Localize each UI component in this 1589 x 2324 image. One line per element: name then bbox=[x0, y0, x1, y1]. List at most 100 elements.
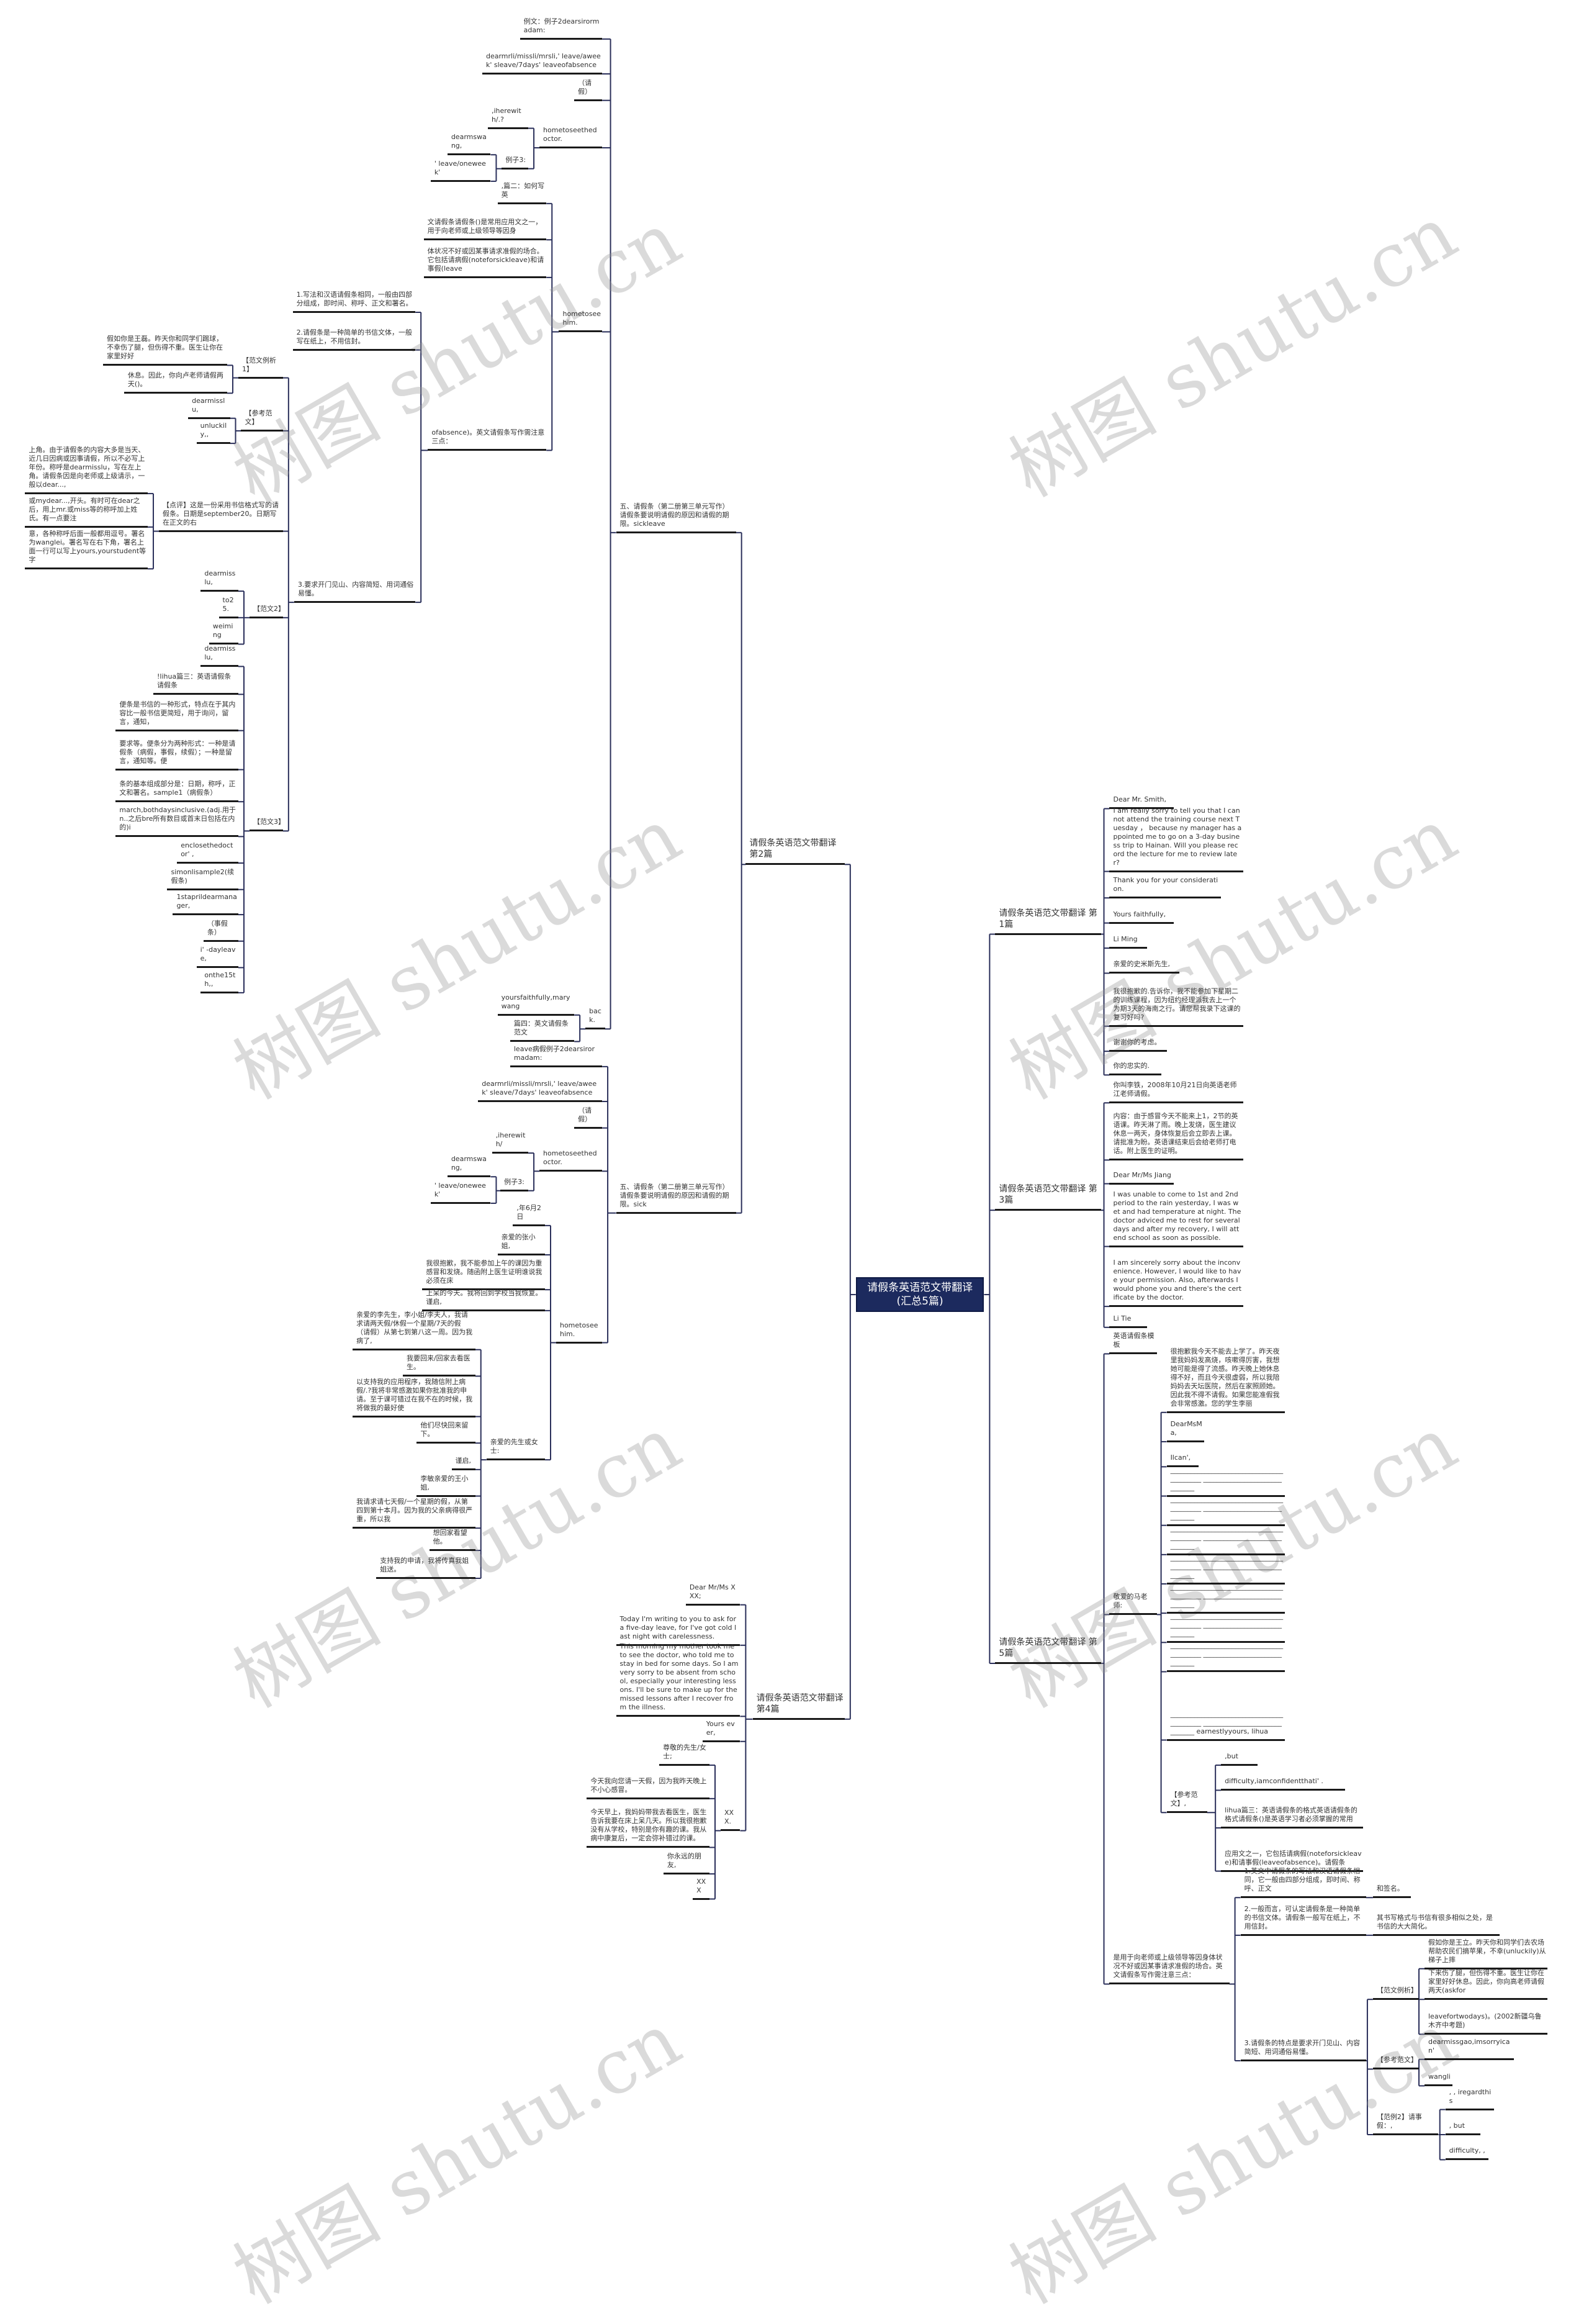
mindmap-node: This morning my mother took me to see th… bbox=[616, 1642, 740, 1717]
mindmap-node: 3.要求开门见山、内容简短、用词通俗易懂。 bbox=[294, 581, 416, 604]
mindmap-node: 英语请假条模板 bbox=[1109, 1332, 1157, 1355]
mindmap-node: 例子3: bbox=[502, 156, 529, 170]
node-text: （请假） bbox=[578, 1106, 592, 1123]
mindmap-node: 谨启, bbox=[451, 1457, 475, 1470]
mindmap-node: onthe15th,, bbox=[200, 971, 238, 993]
mindmap-node: 体状况不好或因某事请求准假的场合。它包括请病假(noteforsickleave… bbox=[423, 247, 547, 278]
node-text: onthe15th,, bbox=[204, 970, 236, 988]
node-text: i' -dayleave, bbox=[200, 946, 236, 963]
mindmap-node: ,篇二：如何写英 bbox=[497, 182, 547, 204]
node-text: Li Ming bbox=[1113, 935, 1138, 943]
node-text: ,篇二：如何写英 bbox=[501, 181, 545, 199]
node-text: 谢谢你的考虑。 bbox=[1113, 1038, 1161, 1047]
node-text: ________________________________________… bbox=[1170, 1709, 1284, 1735]
mindmap-node: （事假条） bbox=[203, 920, 238, 942]
node-text: ________________________________________… bbox=[1170, 1641, 1284, 1667]
mindmap-node: 【范文例析1】 bbox=[238, 356, 283, 379]
node-text: 今天早上，我妈妈带我去看医生，医生告诉我要在床上呆几天。所以我很抱歉没有从学校，… bbox=[590, 1808, 707, 1843]
node-text: difficulty,iamconfidentthati' . bbox=[1225, 1777, 1323, 1786]
node-text: XXX bbox=[696, 1877, 706, 1894]
node-text: 2.请假条是一种简单的书信文体，一般写在纸上，不用信封。 bbox=[296, 328, 413, 345]
node-text: to25. bbox=[222, 595, 234, 613]
node-text: 我很抱歉的.告诉你，我不能参加下星期二的训练课程，因为纽约经理派我去上一个为期3… bbox=[1113, 987, 1241, 1021]
node-text: 1.写法和汉语请假条相同，一般由四部分组成，即时间、称呼、正文和署名。 bbox=[296, 291, 413, 307]
node-text: Today I'm writing to you to ask for a fi… bbox=[619, 1614, 737, 1640]
mindmap-node: ' leave/oneweek' bbox=[430, 160, 491, 182]
mindmap-node: difficulty,iamconfidentthati' . bbox=[1221, 1777, 1345, 1791]
node-text: dearmrli/missli/mrsli,' leave/aweek' sle… bbox=[485, 52, 601, 70]
mindmap-node: 你永远的朋友, bbox=[663, 1852, 709, 1875]
mindmap-node: 3.请假条的特点是要求开门见山、内容简短、用词通俗易懂。 bbox=[1240, 2039, 1366, 2061]
node-text: 我请求请七天假/一个星期的假，从第四到第十本月。因为我的父亲病得很严重，所以我 bbox=[356, 1498, 473, 1524]
node-text: 想回家看望他。 bbox=[433, 1529, 467, 1546]
node-text: 【参考范文】 bbox=[245, 409, 272, 426]
node-text: （事假条） bbox=[207, 919, 228, 936]
mindmap-node: dearmrli/missli/mrsli,' leave/aweek' sle… bbox=[478, 1080, 603, 1103]
mindmap-node: , but bbox=[1445, 2122, 1480, 2135]
node-text: I am really sorry to tell you that I can… bbox=[1113, 806, 1242, 867]
node-text: 五、请假条（第二册第三单元写作）请假条要说明请假的原因和请假的期限。sick bbox=[619, 1182, 729, 1208]
mindmap-node: 我很抱歉的.告诉你，我不能参加下星期二的训练课程，因为纽约经理派我去上一个为期3… bbox=[1109, 987, 1244, 1027]
node-text: XXX. bbox=[724, 1809, 734, 1826]
node-text: ________________________________________… bbox=[1170, 1553, 1284, 1579]
node-text: Li Tie bbox=[1113, 1314, 1132, 1323]
mindmap-node: back. bbox=[585, 1007, 605, 1030]
mindmap-node: !lihua篇三：英语请假条请假条 bbox=[153, 672, 238, 695]
mindmap-node: 五、请假条（第二册第三单元写作）请假条要说明请假的原因和请假的期限。sickle… bbox=[616, 502, 736, 533]
mindmap-node: Dear Mr/Ms XXX; bbox=[685, 1583, 740, 1606]
node-text: ofabsence)。英文请假条写作需注意三点： bbox=[431, 428, 545, 446]
node-text: leavefortwodays)。(2002新疆乌鲁木齐中考题) bbox=[1428, 2012, 1542, 2030]
node-text: 休息。因此，你向卢老师请假两天()。 bbox=[127, 371, 223, 389]
mindmap-node: dearmswang, bbox=[447, 133, 491, 156]
node-text: march,bothdaysinclusive.(adj.用于n..之后bre所… bbox=[119, 806, 236, 832]
node-text: ________________________________________… bbox=[1170, 1583, 1284, 1609]
node-text: unluckily,, bbox=[200, 422, 227, 439]
node-text: 亲爱的先生或女士: bbox=[490, 1438, 538, 1455]
node-text: 3.要求开门见山、内容简短、用词通俗易懂。 bbox=[297, 581, 414, 598]
mindmap-node: Yours faithfully, bbox=[1109, 910, 1174, 924]
node-text: dearmswang, bbox=[451, 133, 487, 150]
node-text: dearmisslu, bbox=[204, 644, 236, 662]
mindmap-node: 想回家看望他。 bbox=[429, 1529, 475, 1552]
node-text: 敬爱的马老师: bbox=[1113, 1593, 1148, 1610]
node-text: 是用于向老师或上级领导等因身体状况不好或因某事请求准假的场合。英文请假条写作需注… bbox=[1113, 1953, 1223, 1979]
mindmap-node: hometoseethedoctor. bbox=[539, 126, 603, 149]
node-text: hometoseethedoctor. bbox=[543, 126, 597, 143]
node-text: Ilcan', bbox=[1170, 1454, 1191, 1462]
mindmap-node: ________________________________________… bbox=[1166, 1710, 1285, 1741]
mindmap-node: 是用于向老师或上级领导等因身体状况不好或因某事请求准假的场合。英文请假条写作需注… bbox=[1109, 1953, 1230, 1985]
node-text: enclosethedoctor' , bbox=[181, 841, 233, 859]
node-text: ________________________________________… bbox=[1170, 1612, 1284, 1638]
node-text: DearMsMa, bbox=[1170, 1419, 1202, 1437]
mindmap-node: 李敏亲爱的王小姐, bbox=[416, 1475, 475, 1497]
mindmap-node: to25. bbox=[218, 596, 238, 618]
mindmap-node: ,but bbox=[1221, 1752, 1258, 1766]
node-text: 其书写格式与书信有很多相似之处，是书信的大大简化。 bbox=[1376, 1913, 1493, 1930]
node-text: 【范文2】 bbox=[253, 604, 285, 613]
mindmap-node: 意，各种称呼后面一般都用逗号。署名为wanglei。署名写在右下角，署名上面一行… bbox=[25, 530, 148, 570]
mindmap-node: 上角。由于请假条的内容大多是当天、近几日因病或因事请假，所以不必写上年份。称呼是… bbox=[25, 446, 148, 494]
branch-topic: 请假条英语范文带翻译 第1篇 bbox=[995, 908, 1101, 935]
node-text: 你的忠实的. bbox=[1113, 1062, 1150, 1070]
mindmap-node: ,年6月2日 bbox=[513, 1204, 546, 1226]
mindmap-node: difficulty, , bbox=[1445, 2146, 1489, 2161]
mindmap-node: 【范文例析】 bbox=[1372, 1986, 1419, 2001]
node-text: 你永远的朋友, bbox=[667, 1852, 701, 1870]
node-text: 很抱歉我今天不能去上学了。昨天夜里我妈妈发高烧，咳嗽得厉害，我想她可能是得了流感… bbox=[1170, 1347, 1280, 1408]
mindmap-node: wangli bbox=[1425, 2073, 1452, 2087]
mindmap-node: hometoseethedoctor. bbox=[539, 1149, 603, 1172]
node-text: , , iregardthis bbox=[1449, 2087, 1492, 2105]
node-text: 亲爱的张小姐, bbox=[501, 1233, 536, 1250]
node-text: 应用文之一，它包括请病假(noteforsickleave)和请事假(leave… bbox=[1225, 1849, 1362, 1866]
mindmap-node: ________________________________________… bbox=[1166, 1641, 1285, 1673]
mindmap-node: 亲爱的李先生，李小姐/李夫人，我请求请两天假/休假一个星期/7天的假（请假）从第… bbox=[353, 1311, 475, 1350]
mindmap-node: 谢谢你的考虑。 bbox=[1109, 1038, 1167, 1052]
mindmap-node: 或mydear...,开头。有时可在dear之后，用上mr.或miss等的称呼加… bbox=[25, 497, 148, 528]
node-text: ________________________________________… bbox=[1170, 1494, 1284, 1521]
branch-topic: 请假条英语范文带翻译 第3篇 bbox=[995, 1184, 1101, 1211]
mindmap-node: 他们尽快回来留下。 bbox=[416, 1421, 475, 1444]
mindmap-node: 假如你是王磊。昨天你和同学们踢球，不幸伤了腿，但伤得不重。医生让你在家里好好 bbox=[103, 335, 228, 366]
mindmap-node: ' leave/oneweek' bbox=[430, 1182, 491, 1204]
node-text: ,年6月2日 bbox=[516, 1203, 541, 1221]
mindmap-node: 例文：例子2dearsirormadam: bbox=[520, 17, 603, 40]
